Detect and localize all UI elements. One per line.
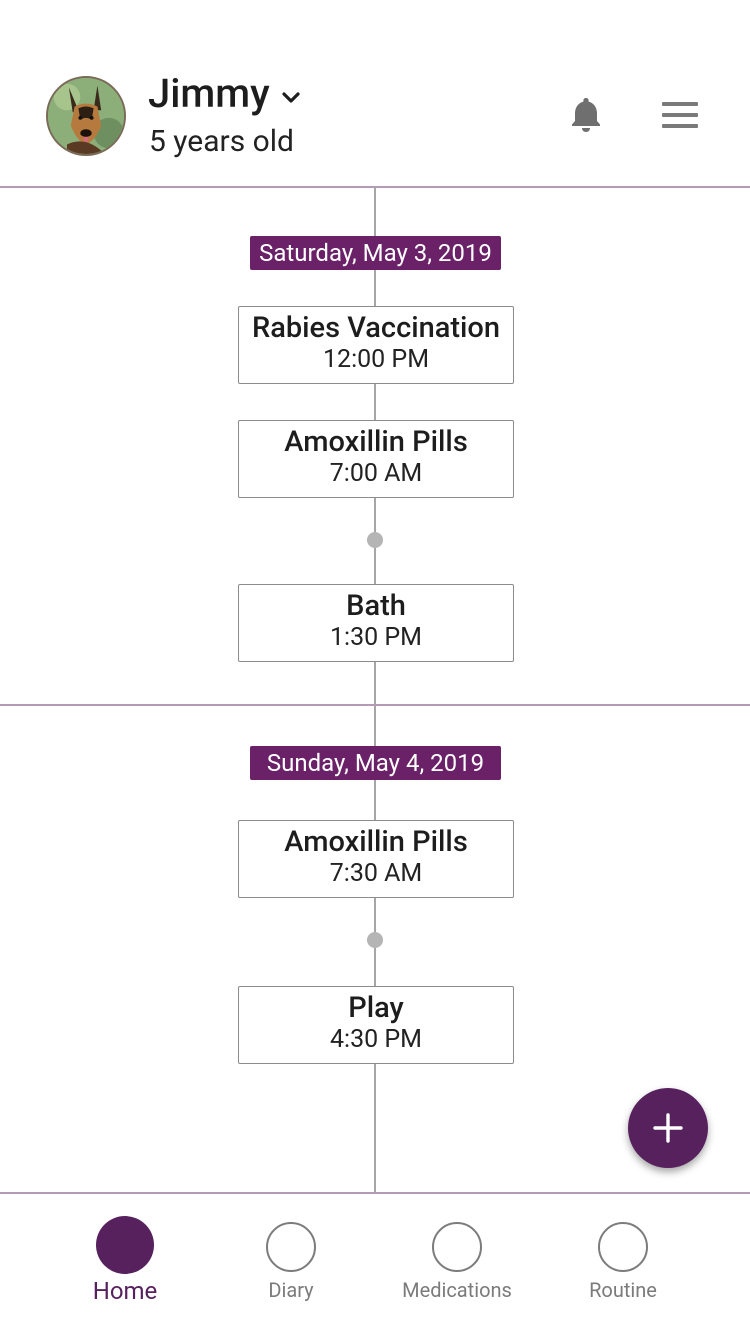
pet-age: 5 years old [149, 124, 294, 159]
add-event-button[interactable] [628, 1088, 708, 1168]
bottom-nav: Home Diary Medications Routine [0, 1194, 750, 1334]
event-time: 7:30 AM [329, 859, 423, 888]
plus-icon [653, 1113, 683, 1143]
event-title: Play [348, 991, 404, 1025]
nav-label-home: Home [92, 1277, 158, 1305]
event-card[interactable]: Bath 1:30 PM [238, 584, 514, 662]
hamburger-menu-icon[interactable] [660, 100, 700, 130]
date-badge-day-1: Saturday, May 3, 2019 [250, 236, 501, 270]
nav-label-medications: Medications [402, 1278, 512, 1302]
nav-item-diary[interactable]: Diary [208, 1194, 374, 1334]
nav-item-home[interactable]: Home [42, 1194, 208, 1334]
home-icon [96, 1216, 154, 1274]
pet-avatar[interactable] [46, 76, 126, 156]
event-time: 12:00 PM [322, 345, 430, 374]
nav-item-routine[interactable]: Routine [540, 1194, 706, 1334]
pet-name[interactable]: Jimmy [148, 70, 270, 118]
event-card[interactable]: Amoxillin Pills 7:00 AM [238, 420, 514, 498]
event-title: Rabies Vaccination [251, 311, 501, 345]
event-card[interactable]: Play 4:30 PM [238, 986, 514, 1064]
event-title: Bath [346, 589, 406, 623]
diary-icon [266, 1222, 316, 1272]
event-card[interactable]: Rabies Vaccination 12:00 PM [238, 306, 514, 384]
medications-icon [432, 1222, 482, 1272]
event-time: 4:30 PM [329, 1025, 422, 1054]
routine-icon [598, 1222, 648, 1272]
event-title: Amoxillin Pills [284, 825, 468, 859]
chevron-down-icon[interactable] [279, 86, 303, 110]
day-divider [0, 704, 750, 706]
app-header: Jimmy 5 years old [0, 0, 750, 187]
nav-item-medications[interactable]: Medications [374, 1194, 540, 1334]
date-badge-day-2: Sunday, May 4, 2019 [250, 746, 501, 780]
event-time: 7:00 AM [329, 459, 423, 488]
event-card[interactable]: Amoxillin Pills 7:30 AM [238, 820, 514, 898]
nav-label-routine: Routine [589, 1278, 657, 1302]
timeline-dot [367, 532, 383, 548]
event-title: Amoxillin Pills [284, 425, 468, 459]
nav-label-diary: Diary [268, 1278, 314, 1302]
event-time: 1:30 PM [329, 623, 422, 652]
bell-icon[interactable] [566, 94, 606, 134]
dog-photo-icon [48, 78, 124, 154]
timeline-dot [367, 932, 383, 948]
